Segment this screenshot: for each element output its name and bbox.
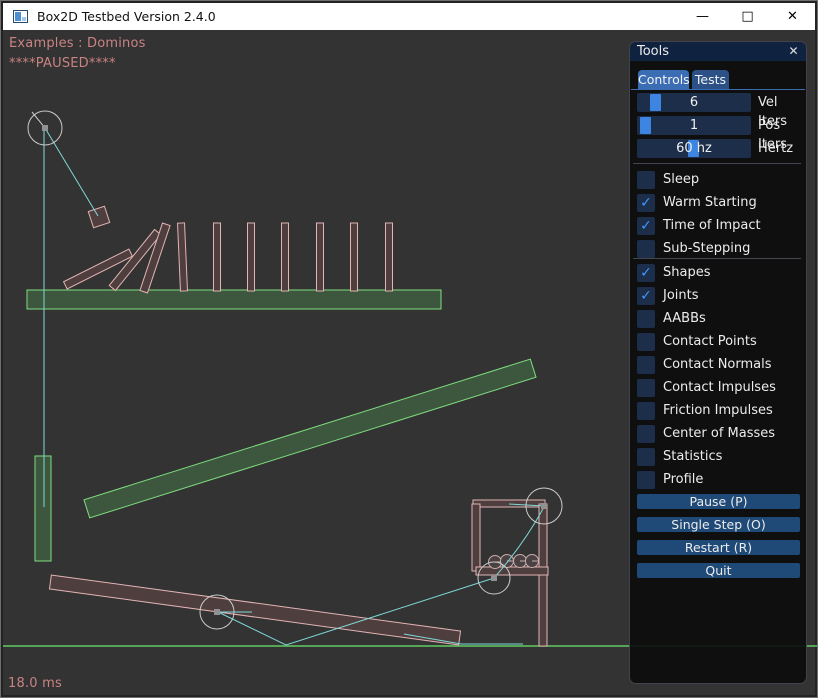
- checkbox-shapes[interactable]: ✓ Shapes: [637, 264, 802, 282]
- single-step-button[interactable]: Single Step (O): [637, 517, 800, 532]
- checkbox-box[interactable]: [637, 356, 655, 374]
- checkbox-label: Sleep: [663, 171, 699, 189]
- hertz-label: Hertz: [758, 139, 793, 158]
- close-button[interactable]: ✕: [770, 3, 815, 30]
- pause-button[interactable]: Pause (P): [637, 494, 800, 509]
- checkbox-friction-impulses[interactable]: Friction Impulses: [637, 402, 802, 420]
- checkbox-label: Profile: [663, 471, 703, 489]
- checkbox-profile[interactable]: Profile: [637, 471, 802, 489]
- checkbox-time-of-impact[interactable]: ✓ Time of Impact: [637, 217, 802, 235]
- tools-panel-titlebar[interactable]: Tools ✕: [630, 42, 806, 61]
- pendulum-rope-diagonal: [45, 128, 98, 216]
- quit-button[interactable]: Quit: [637, 563, 800, 578]
- domino-standing-2: [214, 223, 221, 291]
- vel-iters-value: 6: [637, 93, 751, 112]
- tools-panel-title: Tools: [637, 44, 669, 59]
- separator: [633, 258, 801, 259]
- green-post: [35, 456, 51, 561]
- cradle-left-post: [472, 504, 480, 571]
- simulation-canvas[interactable]: Examples : Dominos ****PAUSED**** 18.0 m…: [3, 30, 815, 695]
- maximize-button[interactable]: □: [725, 3, 770, 30]
- checkbox-label: AABBs: [663, 310, 706, 328]
- pos-iters-label: Pos Iters: [758, 116, 806, 135]
- checkbox-label: Contact Points: [663, 333, 757, 351]
- tab-controls[interactable]: Controls: [638, 70, 689, 90]
- tab-tests[interactable]: Tests: [692, 70, 729, 90]
- hertz-slider[interactable]: 60 hz: [637, 139, 751, 158]
- domino-standing-5: [317, 223, 324, 291]
- domino-standing-7: [386, 223, 393, 291]
- checkbox-aabbs[interactable]: AABBs: [637, 310, 802, 328]
- checkbox-box[interactable]: [637, 425, 655, 443]
- app-icon: [13, 10, 28, 23]
- seesaw-plank: [49, 575, 460, 645]
- checkbox-label: Contact Impulses: [663, 379, 776, 397]
- cradle-shelf: [476, 567, 548, 575]
- checkbox-box[interactable]: ✓: [637, 287, 655, 305]
- tab-separator: [631, 89, 805, 90]
- tools-close-icon[interactable]: ✕: [786, 44, 801, 59]
- static-bodies: [27, 290, 536, 561]
- checkbox-label: Warm Starting: [663, 194, 757, 212]
- checkbox-label: Statistics: [663, 448, 722, 466]
- restart-button[interactable]: Restart (R): [637, 540, 800, 555]
- check-icon: ✓: [640, 265, 652, 281]
- checkbox-box[interactable]: [637, 471, 655, 489]
- window-title: Box2D Testbed Version 2.4.0: [37, 9, 216, 24]
- app-window: Box2D Testbed Version 2.4.0 — □ ✕ Exampl…: [0, 0, 818, 698]
- checkbox-label: Shapes: [663, 264, 710, 282]
- tools-panel: Tools ✕ Controls Tests 6 Vel Iters 1 Pos…: [629, 41, 807, 684]
- domino-standing-4: [282, 223, 289, 291]
- checkbox-label: Time of Impact: [663, 217, 761, 235]
- dynamic-bodies: [49, 206, 548, 646]
- cradle-balls: [489, 555, 539, 569]
- check-icon: ✓: [640, 218, 652, 234]
- checkbox-joints[interactable]: ✓ Joints: [637, 287, 802, 305]
- checkbox-contact-impulses[interactable]: Contact Impulses: [637, 379, 802, 397]
- checkbox-contact-points[interactable]: Contact Points: [637, 333, 802, 351]
- checkbox-box[interactable]: ✓: [637, 194, 655, 212]
- checkbox-label: Joints: [663, 287, 699, 305]
- platform: [27, 290, 441, 309]
- domino-standing-1: [178, 223, 188, 291]
- checkbox-label: Sub-Stepping: [663, 240, 750, 258]
- body-origin-markers: [42, 125, 547, 615]
- checkbox-label: Friction Impulses: [663, 402, 773, 420]
- checkbox-center-of-masses[interactable]: Center of Masses: [637, 425, 802, 443]
- domino-standing-3: [248, 223, 255, 291]
- domino-standing-6: [351, 223, 358, 291]
- checkbox-contact-normals[interactable]: Contact Normals: [637, 356, 802, 374]
- checkbox-box[interactable]: [637, 402, 655, 420]
- checkbox-box[interactable]: ✓: [637, 264, 655, 282]
- pos-iters-value: 1: [637, 116, 751, 135]
- joint-anchors: [28, 111, 562, 629]
- pendulum-bob: [88, 206, 109, 227]
- checkbox-box[interactable]: [637, 240, 655, 258]
- os-titlebar[interactable]: Box2D Testbed Version 2.4.0 — □ ✕: [3, 3, 815, 30]
- pos-iters-slider[interactable]: 1: [637, 116, 751, 135]
- checkbox-box[interactable]: [637, 333, 655, 351]
- checkbox-box[interactable]: [637, 171, 655, 189]
- minimize-button[interactable]: —: [680, 3, 725, 30]
- checkbox-box[interactable]: [637, 310, 655, 328]
- checkbox-box[interactable]: [637, 448, 655, 466]
- checkbox-sleep[interactable]: Sleep: [637, 171, 802, 189]
- checkbox-statistics[interactable]: Statistics: [637, 448, 802, 466]
- check-icon: ✓: [640, 195, 652, 211]
- checkbox-sub-stepping[interactable]: Sub-Stepping: [637, 240, 802, 258]
- checkbox-box[interactable]: ✓: [637, 217, 655, 235]
- hertz-value: 60 hz: [637, 139, 751, 158]
- checkbox-box[interactable]: [637, 379, 655, 397]
- checkbox-label: Center of Masses: [663, 425, 775, 443]
- checkbox-warm-starting[interactable]: ✓ Warm Starting: [637, 194, 802, 212]
- checkbox-label: Contact Normals: [663, 356, 772, 374]
- vel-iters-label: Vel Iters: [758, 93, 806, 112]
- check-icon: ✓: [640, 288, 652, 304]
- separator: [633, 163, 801, 164]
- vel-iters-slider[interactable]: 6: [637, 93, 751, 112]
- long-ramp: [84, 359, 536, 518]
- cradle-top-beam: [473, 500, 545, 507]
